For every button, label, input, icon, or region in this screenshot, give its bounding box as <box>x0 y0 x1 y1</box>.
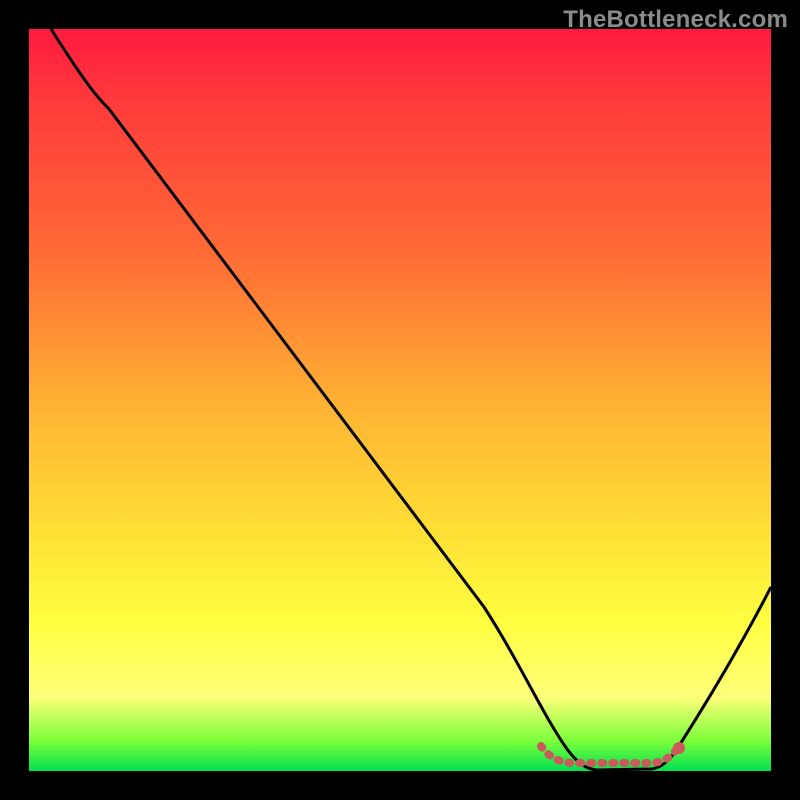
chart-frame: TheBottleneck.com <box>0 0 800 800</box>
chart-overlay <box>29 29 771 771</box>
bottleneck-curve <box>51 29 771 770</box>
end-marker <box>673 742 685 754</box>
watermark: TheBottleneck.com <box>563 6 788 34</box>
optimal-range-marker <box>541 746 677 763</box>
plot-area <box>29 29 771 771</box>
